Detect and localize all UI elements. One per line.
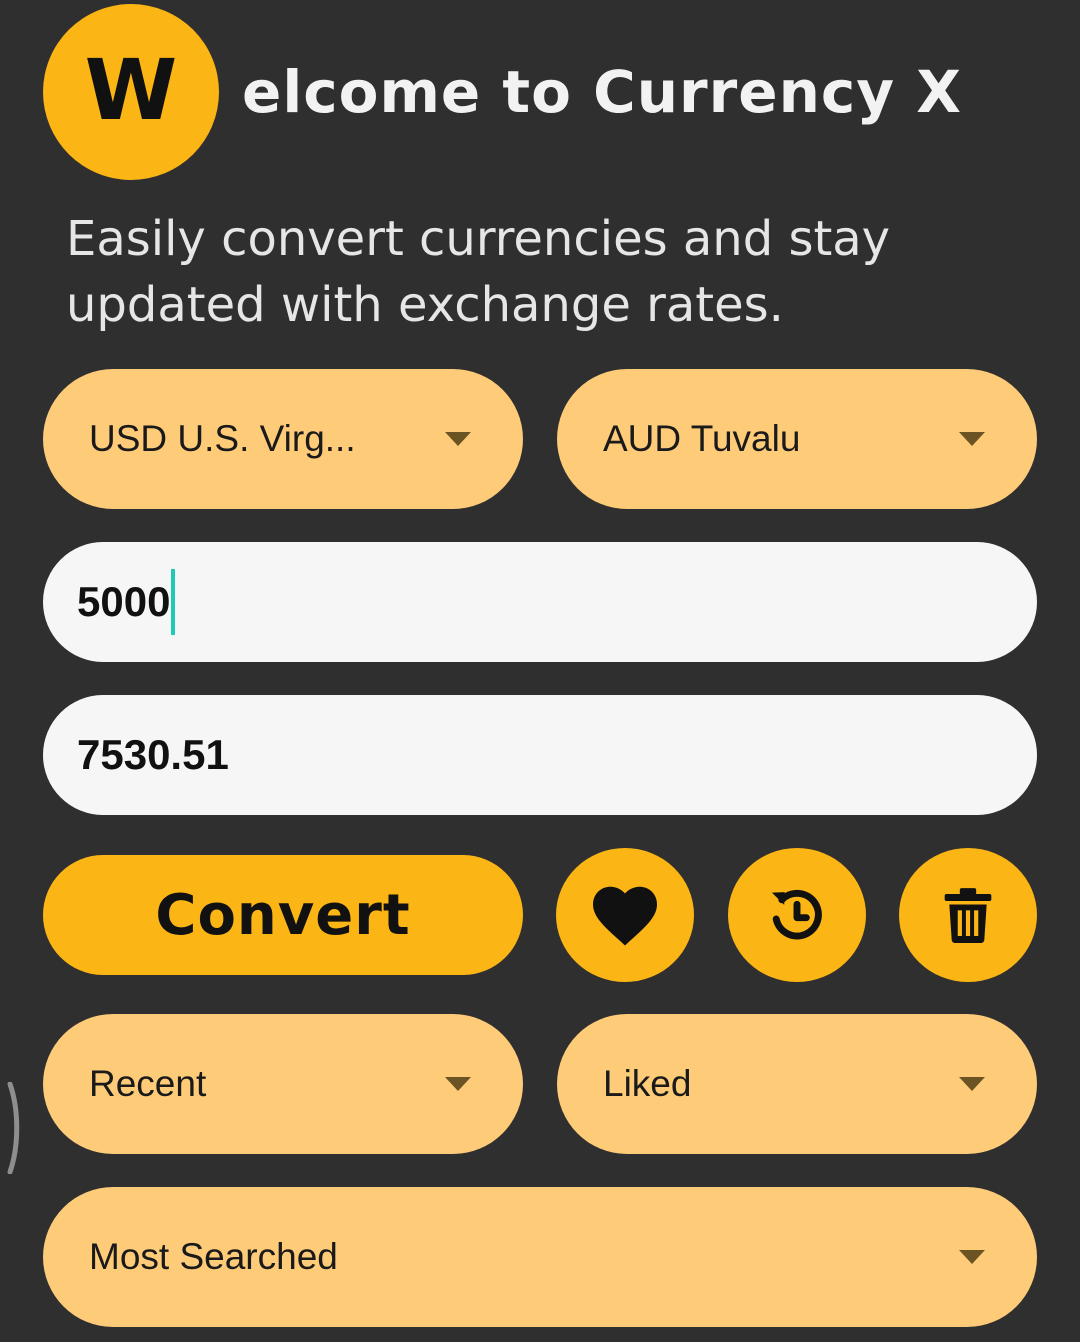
- delete-button[interactable]: [899, 848, 1037, 982]
- heart-icon: [593, 886, 657, 946]
- convert-button[interactable]: Convert: [43, 855, 523, 975]
- liked-label: Liked: [603, 1063, 692, 1104]
- recent-dropdown[interactable]: Recent: [43, 1014, 523, 1154]
- chevron-down-icon: [959, 1250, 985, 1264]
- text-cursor: [171, 569, 176, 635]
- from-currency-value: USD U.S. Virg...: [89, 418, 356, 459]
- history-button[interactable]: [728, 848, 866, 982]
- to-currency-dropdown[interactable]: AUD Tuvalu: [557, 369, 1037, 509]
- amount-input[interactable]: 5000: [43, 542, 1037, 662]
- like-button[interactable]: [556, 848, 694, 982]
- logo-letter: W: [84, 41, 178, 139]
- recent-label: Recent: [89, 1063, 207, 1104]
- to-currency-value: AUD Tuvalu: [603, 418, 801, 459]
- result-value: 7530.51: [77, 731, 229, 778]
- chevron-down-icon: [445, 432, 471, 446]
- most-searched-dropdown[interactable]: Most Searched: [43, 1187, 1037, 1327]
- logo-badge: W: [43, 4, 219, 180]
- chevron-down-icon: [959, 1077, 985, 1091]
- trash-icon: [944, 888, 992, 943]
- chevron-down-icon: [445, 1077, 471, 1091]
- chevron-down-icon: [959, 432, 985, 446]
- result-field[interactable]: 7530.51: [43, 695, 1037, 815]
- page-title: elcome to Currency X: [242, 58, 962, 126]
- page-subtitle: Easily convert currencies and stay updat…: [66, 211, 891, 333]
- history-icon: [771, 889, 822, 940]
- amount-value: 5000: [77, 578, 171, 625]
- most-searched-label: Most Searched: [89, 1236, 338, 1277]
- from-currency-dropdown[interactable]: USD U.S. Virg...: [43, 369, 523, 509]
- edge-swipe-indicator[interactable]: [6, 1082, 20, 1174]
- liked-dropdown[interactable]: Liked: [557, 1014, 1037, 1154]
